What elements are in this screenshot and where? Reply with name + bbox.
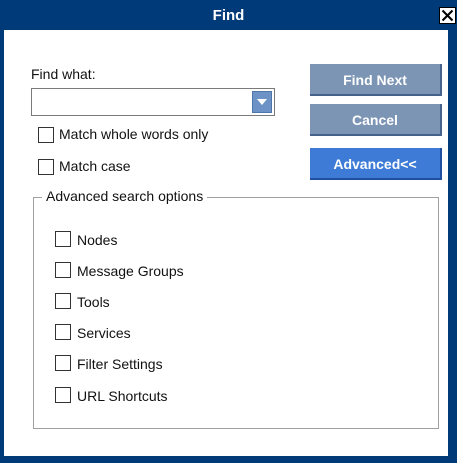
message-groups-checkbox[interactable] <box>55 262 71 278</box>
find-what-dropdown-button[interactable] <box>252 91 272 113</box>
find-what-label: Find what: <box>31 66 96 82</box>
nodes-label[interactable]: Nodes <box>77 232 117 248</box>
filter-settings-checkbox[interactable] <box>55 355 71 371</box>
advanced-button[interactable]: Advanced<< <box>310 148 442 180</box>
title-bar[interactable]: Find <box>1 1 456 31</box>
tools-label[interactable]: Tools <box>77 294 110 310</box>
services-checkbox[interactable] <box>55 324 71 340</box>
close-icon <box>441 9 454 22</box>
services-label[interactable]: Services <box>77 325 131 341</box>
advanced-search-options-title: Advanced search options <box>42 188 208 204</box>
find-what-combobox[interactable] <box>31 88 275 116</box>
match-case-checkbox[interactable] <box>38 159 54 175</box>
chevron-down-icon <box>257 99 267 105</box>
match-whole-words-checkbox[interactable] <box>38 127 54 143</box>
message-groups-label[interactable]: Message Groups <box>77 263 184 279</box>
url-shortcuts-checkbox[interactable] <box>55 387 71 403</box>
tools-checkbox[interactable] <box>55 293 71 309</box>
window-bottom-border <box>1 457 456 462</box>
match-case-label[interactable]: Match case <box>59 158 131 174</box>
cancel-button[interactable]: Cancel <box>310 104 442 136</box>
filter-settings-label[interactable]: Filter Settings <box>77 356 163 372</box>
match-whole-words-label[interactable]: Match whole words only <box>59 126 208 142</box>
find-next-button[interactable]: Find Next <box>310 64 442 96</box>
window-title: Find <box>212 7 245 24</box>
close-button[interactable] <box>439 7 456 24</box>
url-shortcuts-label[interactable]: URL Shortcuts <box>77 388 168 404</box>
nodes-checkbox[interactable] <box>55 231 71 247</box>
